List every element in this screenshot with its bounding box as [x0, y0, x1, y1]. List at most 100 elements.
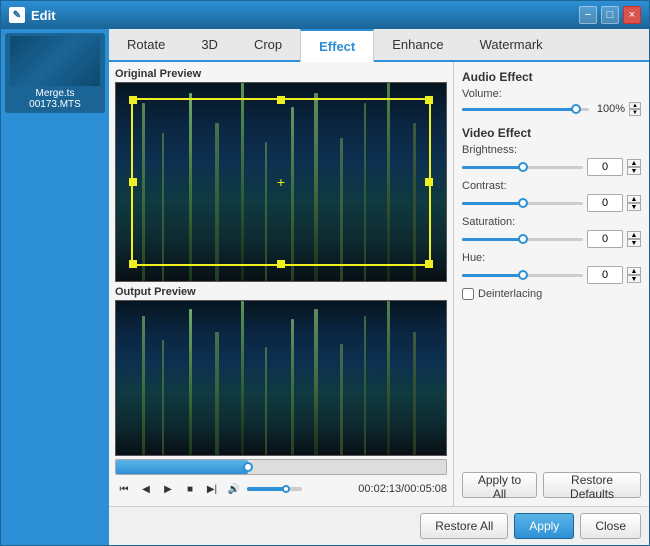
contrast-slider-row: ▲ ▼ [462, 194, 641, 212]
original-video-content: + [116, 83, 446, 281]
volume-thumb[interactable] [282, 485, 290, 493]
scene-background [116, 83, 446, 281]
minimize-button[interactable]: − [579, 6, 597, 24]
close-dialog-button[interactable]: Close [580, 513, 641, 539]
file-item-merge[interactable]: Merge.ts 00173.MTS [5, 33, 105, 113]
tab-crop[interactable]: Crop [236, 29, 300, 60]
saturation-thumb[interactable] [518, 234, 528, 244]
saturation-row: Saturation: ▲ [462, 216, 641, 248]
hue-input[interactable] [587, 266, 623, 284]
tab-rotate[interactable]: Rotate [109, 29, 183, 60]
prev-frame-button[interactable]: ◀ [137, 480, 155, 498]
deinterlacing-label: Deinterlacing [478, 288, 542, 300]
volume-slider-thumb[interactable] [571, 104, 581, 114]
brightness-label: Brightness: [462, 144, 641, 156]
hue-thumb[interactable] [518, 270, 528, 280]
volume-effect-slider[interactable] [462, 102, 589, 116]
video-effect-title: Video Effect [462, 126, 641, 140]
tab-enhance[interactable]: Enhance [374, 29, 461, 60]
volume-up-button[interactable]: ▲ [629, 102, 641, 109]
deinterlacing-row: Deinterlacing [462, 288, 641, 300]
saturation-slider[interactable] [462, 232, 583, 246]
maximize-button[interactable]: □ [601, 6, 619, 24]
window-controls: − □ × [579, 6, 641, 24]
audio-effect-title: Audio Effect [462, 70, 641, 84]
volume-down-button[interactable]: ▼ [629, 109, 641, 116]
window-icon: ✎ [9, 7, 25, 23]
title-bar: ✎ Edit − □ × [1, 1, 649, 29]
effects-panel: Audio Effect Volume: 100% [453, 62, 649, 506]
play-button[interactable]: ▶ [159, 480, 177, 498]
contrast-track [462, 202, 583, 205]
volume-label: Volume: [462, 88, 641, 100]
apply-to-all-button[interactable]: Apply to All [462, 472, 537, 498]
brightness-up-button[interactable]: ▲ [627, 159, 641, 167]
hue-label: Hue: [462, 252, 641, 264]
saturation-label: Saturation: [462, 216, 641, 228]
volume-icon[interactable]: 🔊 [225, 480, 243, 498]
brightness-row: Brightness: ▲ [462, 144, 641, 176]
output-preview-section: Output Preview [115, 286, 447, 500]
brightness-slider[interactable] [462, 160, 583, 174]
restore-defaults-button[interactable]: Restore Defaults [543, 472, 641, 498]
contrast-input[interactable] [587, 194, 623, 212]
brightness-input[interactable] [587, 158, 623, 176]
saturation-spinner: ▲ ▼ [627, 231, 641, 247]
volume-track [462, 108, 589, 111]
contrast-up-button[interactable]: ▲ [627, 195, 641, 203]
brightness-down-button[interactable]: ▼ [627, 167, 641, 175]
tab-effect[interactable]: Effect [300, 29, 374, 62]
brightness-track [462, 166, 583, 169]
volume-fill [247, 487, 286, 491]
content-area: Merge.ts 00173.MTS Rotate 3D Crop Effect… [1, 29, 649, 545]
brightness-slider-row: ▲ ▼ [462, 158, 641, 176]
next-frame-button[interactable]: ▶| [203, 480, 221, 498]
hue-up-button[interactable]: ▲ [627, 267, 641, 275]
saturation-fill [462, 238, 523, 241]
tab-watermark[interactable]: Watermark [462, 29, 561, 60]
volume-value: 100% [593, 103, 625, 115]
apply-button[interactable]: Apply [514, 513, 574, 539]
secondary-buttons-row: Apply to All Restore Defaults [462, 472, 641, 498]
output-preview-label: Output Preview [115, 286, 447, 298]
saturation-up-button[interactable]: ▲ [627, 231, 641, 239]
original-preview-label: Original Preview [115, 68, 447, 80]
original-video-frame: + [115, 82, 447, 282]
time-display: 00:02:13/00:05:08 [358, 483, 447, 495]
window-title: Edit [31, 8, 579, 23]
hue-slider[interactable] [462, 268, 583, 282]
file-name-sub: 00173.MTS [29, 99, 81, 110]
stop-button[interactable]: ■ [181, 480, 199, 498]
volume-row: Volume: 100% ▲ [462, 88, 641, 116]
contrast-slider[interactable] [462, 196, 583, 210]
skip-start-button[interactable]: ⏮ [115, 480, 133, 498]
restore-all-button[interactable]: Restore All [420, 513, 508, 539]
playback-seekbar[interactable] [115, 459, 447, 475]
video-effect-section: Video Effect Brightness: [462, 126, 641, 300]
file-thumbnail [10, 36, 100, 86]
hue-track [462, 274, 583, 277]
contrast-row: Contrast: ▲ [462, 180, 641, 212]
hue-row: Hue: ▲ [462, 252, 641, 284]
output-scene-bg [116, 301, 446, 455]
output-video-content [116, 301, 446, 455]
hue-fill [462, 274, 523, 277]
contrast-label: Contrast: [462, 180, 641, 192]
hue-spinner: ▲ ▼ [627, 267, 641, 283]
contrast-down-button[interactable]: ▼ [627, 203, 641, 211]
contrast-fill [462, 202, 523, 205]
brightness-spinner: ▲ ▼ [627, 159, 641, 175]
hue-down-button[interactable]: ▼ [627, 275, 641, 283]
brightness-thumb[interactable] [518, 162, 528, 172]
close-button[interactable]: × [623, 6, 641, 24]
file-name-merge: Merge.ts [36, 88, 75, 99]
deinterlacing-checkbox[interactable] [462, 288, 474, 300]
edit-window: ✎ Edit − □ × Merge.ts 00173.MTS Rotate 3… [0, 0, 650, 546]
tab-3d[interactable]: 3D [183, 29, 236, 60]
saturation-down-button[interactable]: ▼ [627, 239, 641, 247]
volume-slider[interactable] [247, 487, 302, 491]
volume-spinner: ▲ ▼ [629, 102, 641, 116]
saturation-input[interactable] [587, 230, 623, 248]
contrast-thumb[interactable] [518, 198, 528, 208]
playback-thumb[interactable] [243, 462, 253, 472]
